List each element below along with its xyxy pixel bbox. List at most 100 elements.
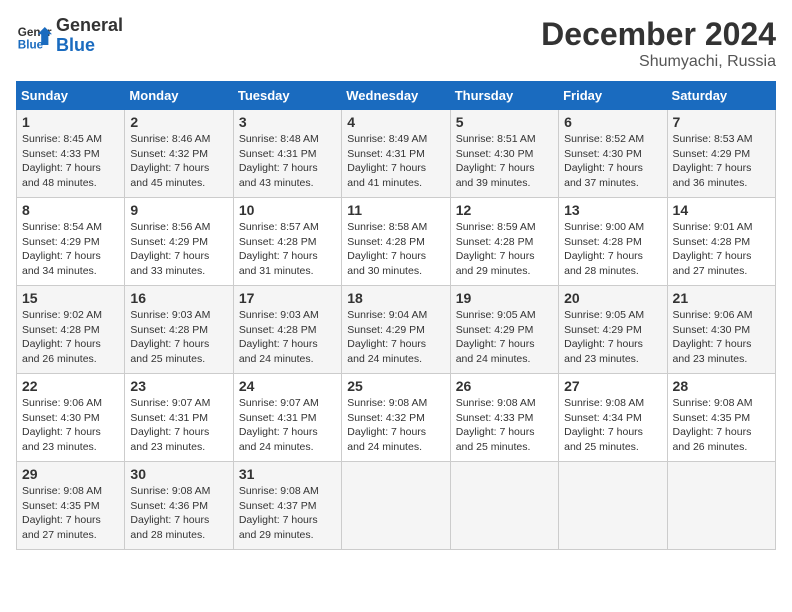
page-header: General Blue General Blue December 2024 … [16,16,776,71]
logo-text: General Blue [56,16,123,56]
logo: General Blue General Blue [16,16,123,56]
day-number: 25 [347,378,444,394]
calendar-week-row: 8 Sunrise: 8:54 AMSunset: 4:29 PMDaylight… [17,198,776,286]
day-number: 1 [22,114,119,130]
calendar-week-row: 22 Sunrise: 9:06 AMSunset: 4:30 PMDayligh… [17,374,776,462]
calendar-day-cell: 19Sunrise: 9:05 AMSunset: 4:29 PMDayligh… [450,286,558,374]
day-info: Sunrise: 9:05 AMSunset: 4:29 PMDaylight:… [564,308,661,367]
day-info: Sunrise: 8:45 AMSunset: 4:33 PMDaylight:… [22,132,119,191]
day-number: 20 [564,290,661,306]
day-number: 9 [130,202,227,218]
day-info: Sunrise: 8:58 AMSunset: 4:28 PMDaylight:… [347,220,444,279]
calendar-day-cell: 30 Sunrise: 9:08 AMSunset: 4:36 PMDayligh… [125,462,233,550]
weekday-header: Tuesday [233,82,341,110]
day-info: Sunrise: 9:04 AMSunset: 4:29 PMDaylight:… [347,308,444,367]
day-info: Sunrise: 8:48 AMSunset: 4:31 PMDaylight:… [239,132,336,191]
calendar-day-cell: 16Sunrise: 9:03 AMSunset: 4:28 PMDayligh… [125,286,233,374]
day-number: 18 [347,290,444,306]
day-number: 11 [347,202,444,218]
day-info: Sunrise: 8:59 AMSunset: 4:28 PMDaylight:… [456,220,553,279]
calendar-day-cell: 15 Sunrise: 9:02 AMSunset: 4:28 PMDayligh… [17,286,125,374]
day-number: 22 [22,378,119,394]
weekday-header: Thursday [450,82,558,110]
day-info: Sunrise: 9:08 AMSunset: 4:34 PMDaylight:… [564,396,661,455]
day-number: 29 [22,466,119,482]
weekday-header: Sunday [17,82,125,110]
calendar-day-cell: 11 Sunrise: 8:58 AMSunset: 4:28 PMDayligh… [342,198,450,286]
day-info: Sunrise: 9:00 AMSunset: 4:28 PMDaylight:… [564,220,661,279]
day-number: 5 [456,114,553,130]
calendar-day-cell: 18 Sunrise: 9:04 AMSunset: 4:29 PMDayligh… [342,286,450,374]
svg-text:Blue: Blue [18,38,44,51]
weekday-header: Saturday [667,82,775,110]
day-number: 13 [564,202,661,218]
calendar-day-cell: 23 Sunrise: 9:07 AMSunset: 4:31 PMDayligh… [125,374,233,462]
day-info: Sunrise: 8:51 AMSunset: 4:30 PMDaylight:… [456,132,553,191]
day-number: 4 [347,114,444,130]
day-info: Sunrise: 9:02 AMSunset: 4:28 PMDaylight:… [22,308,119,367]
calendar-day-cell: 4 Sunrise: 8:49 AMSunset: 4:31 PMDaylight… [342,110,450,198]
calendar-day-cell: 29 Sunrise: 9:08 AMSunset: 4:35 PMDayligh… [17,462,125,550]
calendar-day-cell: 13 Sunrise: 9:00 AMSunset: 4:28 PMDayligh… [559,198,667,286]
calendar-body: 1 Sunrise: 8:45 AMSunset: 4:33 PMDaylight… [17,110,776,550]
day-info: Sunrise: 9:07 AMSunset: 4:31 PMDaylight:… [239,396,336,455]
day-info: Sunrise: 8:49 AMSunset: 4:31 PMDaylight:… [347,132,444,191]
day-number: 26 [456,378,553,394]
day-number: 30 [130,466,227,482]
day-info: Sunrise: 9:03 AMSunset: 4:28 PMDaylight:… [239,308,336,367]
calendar-day-cell: 14Sunrise: 9:01 AMSunset: 4:28 PMDayligh… [667,198,775,286]
day-number: 12 [456,202,553,218]
day-info: Sunrise: 9:06 AMSunset: 4:30 PMDaylight:… [673,308,770,367]
title-block: December 2024 Shumyachi, Russia [541,16,776,71]
calendar-day-cell: 21 Sunrise: 9:06 AMSunset: 4:30 PMDayligh… [667,286,775,374]
day-number: 6 [564,114,661,130]
calendar-day-cell [450,462,558,550]
calendar-day-cell [342,462,450,550]
month-title: December 2024 [541,16,776,53]
logo-icon: General Blue [16,18,52,54]
calendar-day-cell: 24Sunrise: 9:07 AMSunset: 4:31 PMDayligh… [233,374,341,462]
day-info: Sunrise: 9:01 AMSunset: 4:28 PMDaylight:… [673,220,770,279]
day-number: 10 [239,202,336,218]
calendar-header-row: SundayMondayTuesdayWednesdayThursdayFrid… [17,82,776,110]
calendar-day-cell: 3 Sunrise: 8:48 AMSunset: 4:31 PMDaylight… [233,110,341,198]
calendar-week-row: 29 Sunrise: 9:08 AMSunset: 4:35 PMDayligh… [17,462,776,550]
day-info: Sunrise: 9:08 AMSunset: 4:35 PMDaylight:… [673,396,770,455]
calendar-day-cell: 8 Sunrise: 8:54 AMSunset: 4:29 PMDaylight… [17,198,125,286]
weekday-header: Wednesday [342,82,450,110]
calendar-day-cell: 28 Sunrise: 9:08 AMSunset: 4:35 PMDayligh… [667,374,775,462]
calendar-day-cell [667,462,775,550]
day-number: 17 [239,290,336,306]
day-info: Sunrise: 8:46 AMSunset: 4:32 PMDaylight:… [130,132,227,191]
day-info: Sunrise: 9:08 AMSunset: 4:37 PMDaylight:… [239,484,336,543]
day-number: 23 [130,378,227,394]
day-info: Sunrise: 9:03 AMSunset: 4:28 PMDaylight:… [130,308,227,367]
day-info: Sunrise: 9:08 AMSunset: 4:36 PMDaylight:… [130,484,227,543]
day-info: Sunrise: 9:06 AMSunset: 4:30 PMDaylight:… [22,396,119,455]
day-info: Sunrise: 8:57 AMSunset: 4:28 PMDaylight:… [239,220,336,279]
calendar-day-cell: 9 Sunrise: 8:56 AMSunset: 4:29 PMDaylight… [125,198,233,286]
calendar-day-cell: 10 Sunrise: 8:57 AMSunset: 4:28 PMDayligh… [233,198,341,286]
day-number: 8 [22,202,119,218]
day-info: Sunrise: 8:54 AMSunset: 4:29 PMDaylight:… [22,220,119,279]
day-number: 19 [456,290,553,306]
day-number: 2 [130,114,227,130]
day-number: 21 [673,290,770,306]
calendar-day-cell: 7Sunrise: 8:53 AMSunset: 4:29 PMDaylight… [667,110,775,198]
calendar-week-row: 15 Sunrise: 9:02 AMSunset: 4:28 PMDayligh… [17,286,776,374]
calendar-day-cell: 12 Sunrise: 8:59 AMSunset: 4:28 PMDayligh… [450,198,558,286]
day-info: Sunrise: 9:07 AMSunset: 4:31 PMDaylight:… [130,396,227,455]
calendar-day-cell: 31Sunrise: 9:08 AMSunset: 4:37 PMDayligh… [233,462,341,550]
calendar-day-cell: 6 Sunrise: 8:52 AMSunset: 4:30 PMDaylight… [559,110,667,198]
day-number: 3 [239,114,336,130]
day-info: Sunrise: 9:08 AMSunset: 4:35 PMDaylight:… [22,484,119,543]
calendar-day-cell: 20 Sunrise: 9:05 AMSunset: 4:29 PMDayligh… [559,286,667,374]
day-info: Sunrise: 8:56 AMSunset: 4:29 PMDaylight:… [130,220,227,279]
calendar-table: SundayMondayTuesdayWednesdayThursdayFrid… [16,81,776,550]
day-info: Sunrise: 8:52 AMSunset: 4:30 PMDaylight:… [564,132,661,191]
day-number: 28 [673,378,770,394]
calendar-day-cell: 27Sunrise: 9:08 AMSunset: 4:34 PMDayligh… [559,374,667,462]
day-info: Sunrise: 9:08 AMSunset: 4:32 PMDaylight:… [347,396,444,455]
calendar-day-cell: 17 Sunrise: 9:03 AMSunset: 4:28 PMDayligh… [233,286,341,374]
day-number: 15 [22,290,119,306]
